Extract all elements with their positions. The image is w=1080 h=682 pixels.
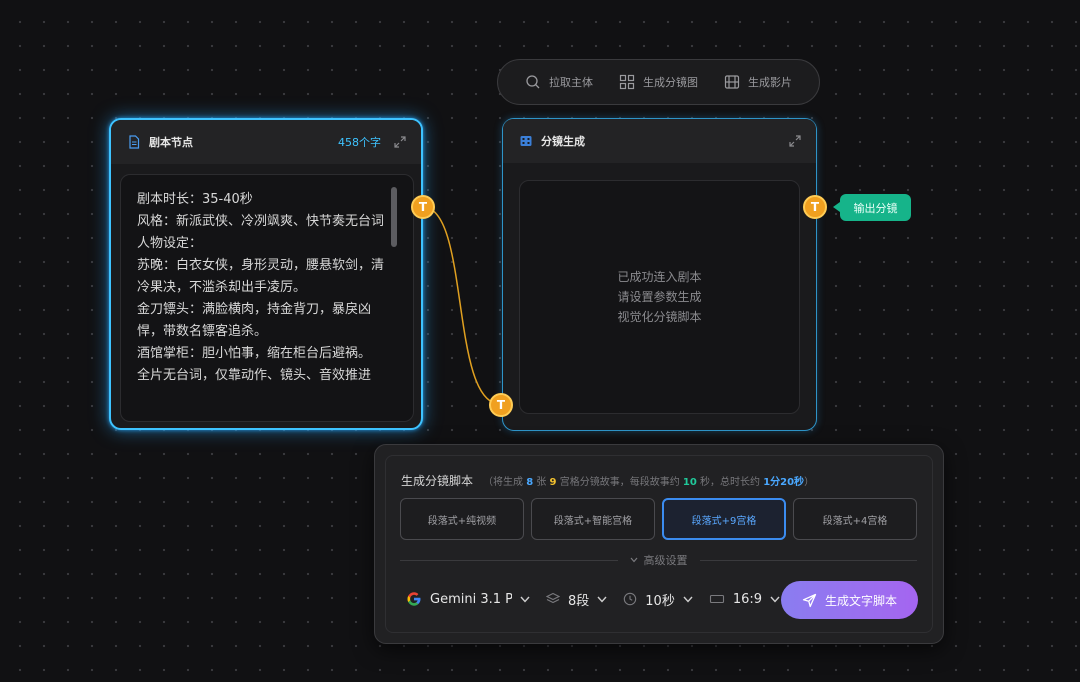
chevron-down-icon: [520, 596, 530, 603]
storyboard-node-header[interactable]: 分镜生成: [503, 119, 816, 163]
panel-summary: （将生成 8 张 9 宫格分镜故事，每段故事约 10 秒，总时长约 1分20秒）: [483, 477, 815, 488]
clock-icon: [624, 592, 637, 606]
panel-title: 生成分镜脚本: [401, 474, 474, 488]
advanced-settings-toggle[interactable]: 高级设置: [618, 552, 700, 568]
script-node-header[interactable]: 剧本节点 458个字: [111, 120, 421, 164]
chevron-down-icon: [683, 596, 693, 603]
search-icon: [526, 75, 540, 89]
mode-4-grid[interactable]: 段落式+4宫格: [793, 498, 917, 540]
script-line: 风格：新派武侠、冷冽飒爽、快节奏无台词: [137, 214, 385, 229]
grid-icon: [619, 74, 635, 90]
duration-select[interactable]: 10秒: [623, 590, 693, 609]
segments-select[interactable]: 8段: [546, 590, 607, 609]
panel-title-row: 生成分镜脚本 （将生成 8 张 9 宫格分镜故事，每段故事约 10 秒，总时长约…: [401, 472, 814, 489]
node-toolbar: 拉取主体 生成分镜图 生成影片: [497, 59, 820, 105]
pull-subject-button[interactable]: 拉取主体: [525, 74, 593, 90]
script-output-port[interactable]: T: [411, 195, 435, 219]
storyboard-node-title: 分镜生成: [541, 135, 585, 148]
generate-script-panel: 生成分镜脚本 （将生成 8 张 9 宫格分镜故事，每段故事约 10 秒，总时长约…: [374, 444, 944, 644]
script-line: 全片无台词，仅靠动作、镜头、音效推进: [137, 368, 372, 383]
aspect-ratio-value: 16:9: [732, 591, 763, 607]
divider: [699, 559, 917, 561]
chevron-down-icon: [597, 596, 607, 603]
aspect-ratio-select[interactable]: 16:9: [709, 592, 780, 607]
pull-subject-label: 拉取主体: [549, 76, 593, 89]
storyboard-output-port[interactable]: T: [803, 195, 827, 219]
port-text-icon: T: [496, 398, 506, 412]
script-text-area[interactable]: 剧本时长：35-40秒 风格：新派武侠、冷冽飒爽、快节奏无台词 人物设定： 苏晚…: [120, 174, 414, 422]
script-node[interactable]: 剧本节点 458个字 剧本时长：35-40秒 风格：新派武侠、冷冽飒爽、快节奏无…: [109, 118, 423, 430]
script-line: 苏晚：白衣女侠，身形灵动，腰悬软剑，清冷果决，不滥杀却出手凌厉。: [137, 258, 385, 295]
script-line: 人物设定：: [137, 236, 203, 251]
mode-selector: 段落式+纯视频 段落式+智能宫格 段落式+9宫格 段落式+4宫格: [400, 498, 917, 540]
script-line: 金刀镖头：满脸横肉，持金背刀，暴戾凶悍，带数名镖客追杀。: [137, 302, 372, 339]
storyboard-placeholder: 已成功连入剧本 请设置参数生成 视觉化分镜脚本: [519, 180, 800, 414]
port-text-icon: T: [810, 200, 820, 214]
char-count: 458个字: [338, 136, 381, 149]
mode-pure-video[interactable]: 段落式+纯视频: [400, 498, 524, 540]
storyboard-input-port[interactable]: T: [489, 393, 513, 417]
aspect-ratio-icon: [709, 594, 724, 604]
segments-value: 8段: [568, 593, 590, 609]
advanced-divider: 高级设置: [400, 553, 917, 567]
storyboard-node[interactable]: 分镜生成 已成功连入剧本 请设置参数生成 视觉化分镜脚本: [502, 118, 817, 431]
layers-icon: [546, 592, 560, 604]
advanced-settings-label: 高级设置: [643, 554, 688, 567]
google-icon: [407, 592, 421, 606]
model-name: Gemini 3.1 Pro: [430, 591, 512, 607]
placeholder-line: 视觉化分镜脚本: [617, 310, 702, 324]
script-line: 酒馆掌柜：胆小怕事，缩在柜台后避祸。: [137, 346, 372, 361]
chevron-down-icon: [630, 557, 637, 563]
scrollbar[interactable]: [391, 187, 397, 247]
generate-video-button[interactable]: 生成影片: [724, 74, 792, 90]
output-storyboard-tag: 输出分镜: [833, 194, 911, 221]
document-icon: [129, 135, 140, 149]
chevron-down-icon: [770, 596, 780, 603]
script-line: 剧本时长：35-40秒: [137, 192, 253, 207]
duration-value: 10秒: [645, 593, 675, 609]
generate-script-button[interactable]: 生成文字脚本: [781, 581, 918, 619]
film-icon: [520, 136, 532, 146]
model-select[interactable]: Gemini 3.1 Pro: [406, 591, 530, 607]
mode-smart-grid[interactable]: 段落式+智能宫格: [531, 498, 655, 540]
expand-icon[interactable]: [393, 135, 407, 149]
divider: [400, 559, 618, 561]
expand-icon[interactable]: [788, 134, 802, 148]
parameter-row: Gemini 3.1 Pro 8段 10秒 16:9 生成文字脚本: [406, 579, 918, 619]
generate-storyboard-image-button[interactable]: 生成分镜图: [619, 74, 698, 90]
placeholder-line: 已成功连入剧本: [617, 270, 702, 284]
generate-video-label: 生成影片: [748, 76, 792, 89]
script-node-title: 剧本节点: [149, 136, 193, 149]
send-icon: [802, 593, 817, 607]
placeholder-line: 请设置参数生成: [617, 290, 702, 304]
film-icon: [724, 75, 740, 89]
port-text-icon: T: [418, 200, 428, 214]
mode-9-grid[interactable]: 段落式+9宫格: [662, 498, 786, 540]
generate-storyboard-image-label: 生成分镜图: [643, 76, 698, 89]
generate-script-label: 生成文字脚本: [824, 593, 897, 608]
